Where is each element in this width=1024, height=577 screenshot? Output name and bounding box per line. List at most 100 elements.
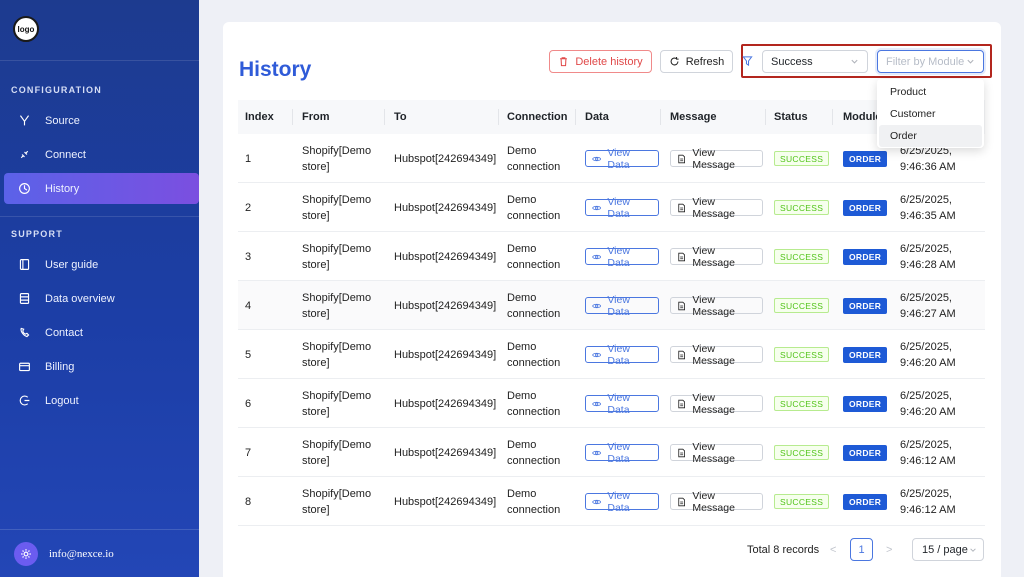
row-connection-line: Demo (507, 194, 537, 206)
prev-page-button[interactable]: < (830, 544, 836, 556)
row-connection: Demo connection (507, 437, 560, 469)
row-index: 7 (245, 447, 252, 459)
history-icon (19, 183, 30, 194)
row-connection-line: connection (507, 210, 561, 222)
view-message-button[interactable]: View Message (670, 343, 763, 367)
row-connection: Demo connection (507, 290, 560, 322)
row-index: 6 (245, 398, 252, 410)
document-icon (678, 154, 686, 163)
row-from: Shopify[Demo store] (302, 290, 371, 322)
view-data-button[interactable]: View Data (585, 392, 659, 416)
sidebar-item-source[interactable]: Source (4, 105, 199, 136)
view-message-button[interactable]: View Message (670, 245, 763, 269)
row-connection: Demo connection (507, 388, 560, 420)
sidebar-item-contact[interactable]: Contact (4, 317, 199, 348)
view-data-button[interactable]: View Data (585, 196, 659, 220)
delete-history-button[interactable]: Delete history (549, 50, 652, 73)
sidebar-item-data-overview[interactable]: Data overview (4, 283, 199, 314)
table-row: 8 Shopify[Demo store] Hubspot[242694349] Dem… (238, 477, 985, 526)
delete-history-label: Delete history (575, 55, 643, 68)
sidebar-item-history[interactable]: History (4, 173, 199, 204)
sidebar-item-label: Data overview (45, 292, 115, 305)
view-message-button[interactable]: View Message (670, 490, 763, 514)
column-divider (292, 109, 293, 125)
view-message-button[interactable]: View Message (670, 147, 763, 171)
document-icon (678, 497, 686, 506)
row-from-line: store] (302, 504, 330, 516)
status-badge: SUCCESS (774, 249, 830, 264)
page-number-current[interactable]: 1 (850, 538, 873, 561)
view-data-button[interactable]: View Data (585, 343, 659, 367)
view-message-button[interactable]: View Message (670, 294, 763, 318)
table-row: 7 Shopify[Demo store] Hubspot[242694349] Dem… (238, 428, 985, 477)
view-message-label: View Message (692, 293, 735, 318)
row-from-line: Shopify[Demo (302, 390, 372, 402)
view-data-button[interactable]: View Data (585, 245, 659, 269)
row-from-line: Shopify[Demo (302, 243, 372, 255)
status-badge: SUCCESS (774, 396, 830, 411)
avatar (14, 541, 38, 566)
refresh-button[interactable]: Refresh (660, 50, 733, 73)
sidebar-item-billing[interactable]: Billing (4, 351, 199, 382)
row-from: Shopify[Demo store] (302, 143, 371, 175)
module-option-customer[interactable]: Customer (879, 103, 982, 125)
view-message-button[interactable]: View Message (670, 441, 763, 465)
database-icon (19, 293, 30, 304)
next-page-button[interactable]: > (886, 544, 892, 556)
row-from-line: Shopify[Demo (302, 145, 372, 157)
row-from-line: store] (302, 406, 330, 418)
document-icon (678, 252, 686, 261)
row-date: 6/25/2025, (900, 194, 952, 206)
view-data-button[interactable]: View Data (585, 441, 659, 465)
row-connection-line: connection (507, 259, 561, 271)
column-header: Message (670, 111, 717, 123)
view-data-button[interactable]: View Data (585, 147, 659, 171)
sidebar-item-user-guide[interactable]: User guide (4, 249, 199, 280)
column-header: To (394, 111, 407, 123)
column-header: From (302, 111, 330, 123)
row-date: 6/25/2025, (900, 292, 952, 304)
module-option-order[interactable]: Order (879, 125, 982, 147)
view-data-label: View Data (607, 293, 630, 318)
logo: logo (13, 16, 39, 42)
view-message-button[interactable]: View Message (670, 392, 763, 416)
status-filter-select[interactable]: Success (762, 50, 868, 73)
row-from-line: store] (302, 357, 330, 369)
row-datetime: 6/25/2025, 9:46:20 AM (900, 388, 956, 420)
page-size-select[interactable]: 15 / page (912, 538, 984, 561)
view-data-button[interactable]: View Data (585, 294, 659, 318)
status-badge: SUCCESS (774, 494, 830, 509)
eye-icon (592, 352, 602, 357)
row-from: Shopify[Demo store] (302, 486, 371, 518)
eye-icon (592, 303, 602, 308)
eye-icon (592, 499, 602, 504)
module-badge: ORDER (843, 298, 888, 314)
row-to: Hubspot[242694349] (394, 153, 497, 165)
chevron-down-icon (967, 59, 974, 64)
user-profile[interactable]: info@nexce.io (0, 529, 199, 577)
module-filter-select[interactable]: Filter by Module (877, 50, 984, 73)
sidebar-item-logout[interactable]: Logout (4, 385, 199, 416)
row-connection-line: connection (507, 504, 561, 516)
view-data-label: View Data (607, 391, 630, 416)
history-table: Index From To Connection Data Message St… (238, 100, 985, 527)
module-filter-placeholder: Filter by Module (886, 55, 965, 68)
sidebar-item-connect[interactable]: Connect (4, 139, 199, 170)
row-index: 1 (245, 153, 252, 165)
row-index: 5 (245, 349, 252, 361)
source-icon (19, 115, 30, 126)
row-to: Hubspot[242694349] (394, 349, 497, 361)
column-divider (660, 109, 661, 125)
eye-icon (592, 450, 602, 455)
column-header: Index (245, 111, 274, 123)
column-divider (765, 109, 766, 125)
row-index: 3 (245, 251, 252, 263)
row-from-line: Shopify[Demo (302, 194, 372, 206)
view-data-label: View Data (607, 244, 630, 269)
view-data-button[interactable]: View Data (585, 490, 659, 514)
row-connection-line: connection (507, 161, 561, 173)
view-message-button[interactable]: View Message (670, 196, 763, 220)
row-index: 4 (245, 300, 252, 312)
row-from: Shopify[Demo store] (302, 192, 371, 224)
module-option-product[interactable]: Product (879, 81, 982, 103)
